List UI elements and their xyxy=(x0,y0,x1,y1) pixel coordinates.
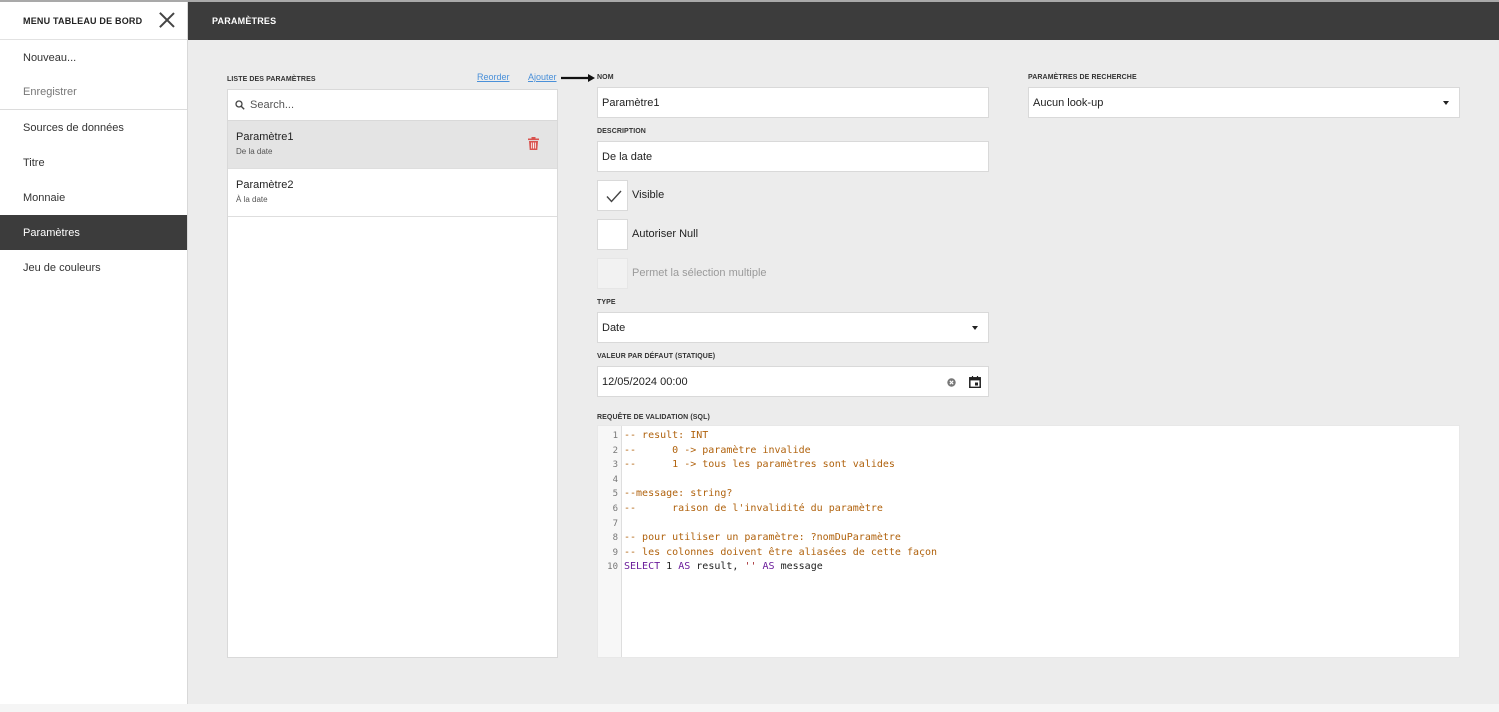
name-field[interactable] xyxy=(597,87,989,118)
code-text: -- result: INT xyxy=(624,430,709,441)
visible-label: Visible xyxy=(632,189,665,201)
allow-null-checkbox[interactable] xyxy=(597,219,628,250)
line-number: 9 xyxy=(612,547,618,558)
line-number: 2 xyxy=(612,445,618,456)
page-title: PARAMÈTRES xyxy=(212,16,277,26)
description-label: DESCRIPTION xyxy=(597,128,646,135)
code-text: -- pour utiliser un paramètre: ?nomDuPar… xyxy=(624,532,901,544)
line-number: 3 xyxy=(612,460,618,471)
line-number: 1 xyxy=(612,431,618,441)
code-text: SELECT 1 AS result, '' AS message xyxy=(624,561,823,573)
line-number: 8 xyxy=(612,533,618,544)
code-line: 3 -- 1 -> tous les paramètres sont valide… xyxy=(598,458,1459,473)
chevron-down-icon xyxy=(1443,101,1449,105)
code-line: 2 -- 0 -> paramètre invalide xyxy=(598,444,1459,459)
add-parameter-link[interactable]: Ajouter xyxy=(528,72,557,82)
line-number: 10 xyxy=(607,562,618,573)
type-select-value: Date xyxy=(602,321,626,334)
lookup-select[interactable]: Aucun look-up xyxy=(1028,87,1460,118)
code-line: 9 -- les colonnes doivent être aliasées d… xyxy=(598,546,1459,561)
sidebar-item-data-sources[interactable]: Sources de données xyxy=(0,110,187,145)
param-item-name: Paramètre2 xyxy=(236,179,294,191)
chevron-down-icon xyxy=(972,326,978,330)
line-number: 5 xyxy=(612,489,618,500)
sidebar-item-parameters[interactable]: Paramètres xyxy=(0,215,187,250)
page-header-bar: PARAMÈTRES xyxy=(188,2,1499,40)
bottom-strip xyxy=(0,704,1499,712)
line-number: 6 xyxy=(612,504,618,514)
code-line: 8 -- pour utiliser un paramètre: ?nomDuPa… xyxy=(598,531,1459,546)
multi-select-checkbox xyxy=(597,258,628,289)
param-item-description: À la date xyxy=(236,195,268,204)
sidebar-item-title[interactable]: Titre xyxy=(0,145,187,180)
reorder-link[interactable]: Reorder xyxy=(477,72,510,82)
params-list-label: LISTE DES PARAMÈTRES xyxy=(227,76,316,83)
param-search-input[interactable] xyxy=(250,99,530,111)
lookup-select-value: Aucun look-up xyxy=(1033,96,1104,109)
code-line: 10 SELECT 1 AS result, '' AS message xyxy=(598,560,1459,575)
calendar-icon[interactable] xyxy=(969,376,981,388)
trash-icon[interactable] xyxy=(528,137,539,150)
description-field[interactable] xyxy=(597,141,989,172)
default-value-field[interactable] xyxy=(597,366,989,397)
code-line: 6 -- raison de l'invalidité du paramètre xyxy=(598,502,1459,517)
sidebar-item-save[interactable]: Enregistrer xyxy=(0,75,187,110)
sidebar-header: MENU TABLEAU DE BORD xyxy=(0,2,187,40)
code-text: -- raison de l'invalidité du paramètre xyxy=(624,503,883,514)
param-search-box[interactable] xyxy=(228,90,557,121)
param-item-description: De la date xyxy=(236,147,273,156)
sql-code-editor[interactable]: 1 -- result: INT 2 -- 0 -> paramètre inval… xyxy=(597,425,1460,658)
code-text: -- 1 -> tous les paramètres sont valides xyxy=(624,459,895,471)
default-value-label: VALEUR PAR DÉFAUT (STATIQUE) xyxy=(597,353,716,360)
visible-checkbox[interactable] xyxy=(597,180,628,211)
type-label: TYPE xyxy=(597,299,616,306)
code-line: 5 --message: string? xyxy=(598,487,1459,502)
app-root: MENU TABLEAU DE BORD Nouveau... Enregist… xyxy=(0,0,1499,712)
type-select[interactable]: Date xyxy=(597,312,989,343)
check-icon xyxy=(606,190,622,203)
param-item-name: Paramètre1 xyxy=(236,131,294,143)
name-input[interactable] xyxy=(602,96,988,109)
line-number: 7 xyxy=(612,518,618,529)
param-list-item-1[interactable]: Paramètre1 De la date xyxy=(228,121,557,169)
sidebar-item-new[interactable]: Nouveau... xyxy=(0,40,187,75)
close-icon[interactable] xyxy=(159,12,175,28)
multi-select-label: Permet la sélection multiple xyxy=(632,267,767,279)
description-input[interactable] xyxy=(602,150,988,163)
search-icon xyxy=(235,100,245,110)
clear-icon[interactable] xyxy=(947,378,956,387)
code-line: 7 xyxy=(598,517,1459,532)
line-number: 4 xyxy=(612,474,618,485)
code-text: --message: string? xyxy=(624,488,733,500)
allow-null-label: Autoriser Null xyxy=(632,228,699,240)
code-line: 4 xyxy=(598,473,1459,488)
code-text: -- 0 -> paramètre invalide xyxy=(624,444,811,456)
dashboard-menu-sidebar: MENU TABLEAU DE BORD Nouveau... Enregist… xyxy=(0,2,188,704)
sidebar-title: MENU TABLEAU DE BORD xyxy=(23,15,143,26)
lookup-label: PARAMÈTRES DE RECHERCHE xyxy=(1028,74,1137,81)
default-value-input[interactable] xyxy=(602,375,932,388)
sidebar-item-color-scheme[interactable]: Jeu de couleurs xyxy=(0,250,187,285)
parameters-list-panel: Paramètre1 De la date Paramètre2 À la da… xyxy=(227,89,558,658)
sql-validation-label: REQUÊTE DE VALIDATION (SQL) xyxy=(597,414,710,421)
sidebar-item-currency[interactable]: Monnaie xyxy=(0,180,187,215)
param-list-item-2[interactable]: Paramètre2 À la date xyxy=(228,169,557,217)
code-line: 1 -- result: INT xyxy=(598,429,1459,444)
code-text: -- les colonnes doivent être aliasées de… xyxy=(624,546,938,558)
arrow-icon xyxy=(561,74,595,82)
name-label: NOM xyxy=(597,74,614,81)
